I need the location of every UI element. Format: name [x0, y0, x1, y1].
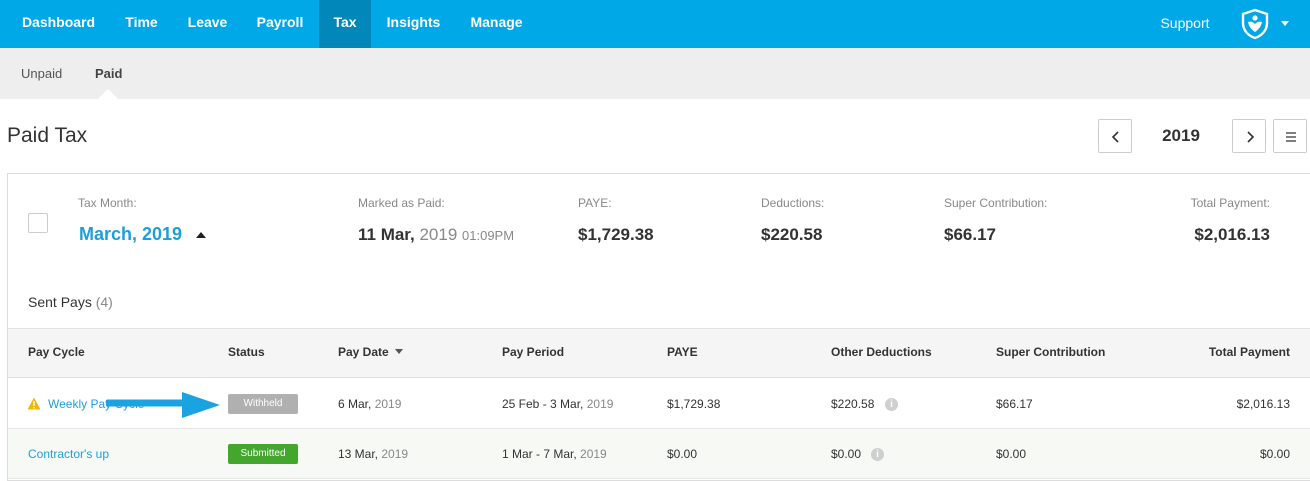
info-icon[interactable]: i	[885, 398, 898, 411]
sent-pays-heading: Sent Pays (4)	[28, 294, 113, 310]
nav-dashboard[interactable]: Dashboard	[0, 0, 117, 48]
sent-pays-label: Sent Pays	[28, 294, 92, 310]
chevron-left-icon	[1111, 131, 1119, 143]
nav-manage[interactable]: Manage	[459, 0, 534, 48]
paye-label: PAYE:	[578, 196, 612, 210]
pay-period: 1 Mar - 7 Mar,	[502, 447, 577, 461]
info-icon[interactable]: i	[871, 448, 884, 461]
select-checkbox[interactable]	[28, 213, 48, 233]
subnav-unpaid[interactable]: Unpaid	[21, 48, 62, 99]
marked-paid-year: 2019	[419, 225, 458, 244]
account-dropdown-caret[interactable]	[1281, 21, 1289, 26]
total-payment-value: $2,016.13	[1194, 225, 1270, 244]
collapse-caret-icon[interactable]	[196, 232, 206, 238]
marked-paid-time: 01:09PM	[462, 228, 515, 243]
other-deductions-cell: $0.00	[831, 447, 862, 461]
col-pay-date[interactable]: Pay Date	[338, 345, 403, 359]
page-title: Paid Tax	[7, 124, 88, 147]
shield-heart-logo[interactable]	[1239, 8, 1271, 40]
pay-date-cell: 13 Mar, 2019	[338, 447, 408, 461]
deductions-value: $220.58	[761, 225, 823, 244]
pay-date-cell: 6 Mar, 2019	[338, 397, 401, 411]
super-cell: $0.00	[996, 447, 1027, 461]
chevron-right-icon	[1247, 131, 1255, 143]
table-row	[8, 429, 1310, 479]
col-pay-period: Pay Period	[502, 345, 565, 359]
status-badge: Withheld	[228, 394, 298, 414]
table-header	[8, 328, 1310, 378]
pay-period-year: 2019	[580, 447, 607, 461]
hamburger-icon	[1286, 132, 1296, 142]
total-cell: $2,016.13	[1236, 397, 1290, 411]
paye-cell: $0.00	[667, 447, 698, 461]
col-other-deductions: Other Deductions	[831, 345, 932, 359]
pay-period-cell: 1 Mar - 7 Mar, 2019	[502, 447, 607, 461]
marked-paid-label: Marked as Paid:	[358, 196, 445, 210]
menu-button[interactable]	[1273, 119, 1307, 153]
col-status: Status	[228, 345, 265, 359]
next-year-button[interactable]	[1232, 119, 1266, 153]
support-link[interactable]: Support	[1148, 0, 1222, 48]
sub-nav: Unpaid Paid	[0, 48, 1310, 99]
status-badge: Submitted	[228, 444, 298, 464]
annotation-arrow	[106, 392, 220, 418]
pay-period: 25 Feb - 3 Mar,	[502, 397, 584, 411]
sent-pays-count: (4)	[95, 294, 113, 310]
tax-month-label: Tax Month:	[78, 196, 137, 210]
top-nav: Dashboard Time Leave Payroll Tax Insight…	[0, 0, 1310, 48]
marked-paid-date: 11 Mar,	[358, 225, 415, 244]
col-pay-date-label: Pay Date	[338, 345, 389, 359]
nav-time[interactable]: Time	[117, 0, 166, 48]
pay-date: 6 Mar,	[338, 397, 372, 411]
marked-paid-value: 11 Mar, 2019 01:09PM	[358, 225, 514, 245]
year-display: 2019	[1162, 126, 1200, 145]
col-super-contribution: Super Contribution	[996, 345, 1106, 359]
col-pay-cycle: Pay Cycle	[28, 345, 85, 359]
nav-tax[interactable]: Tax	[319, 0, 371, 48]
sort-desc-icon	[394, 349, 403, 354]
pay-cycle-link[interactable]: Contractor's up	[28, 447, 109, 461]
warning-icon	[27, 397, 41, 410]
tax-month-link[interactable]: March, 2019	[79, 224, 182, 245]
pay-date: 13 Mar,	[338, 447, 379, 461]
nav-leave[interactable]: Leave	[176, 0, 239, 48]
other-deductions-cell: $220.58	[831, 397, 875, 411]
super-label: Super Contribution:	[944, 196, 1048, 210]
nav-insights[interactable]: Insights	[376, 0, 451, 48]
pay-period-year: 2019	[586, 397, 614, 411]
deductions-label: Deductions:	[761, 196, 825, 210]
super-cell: $66.17	[996, 397, 1033, 411]
prev-year-button[interactable]	[1098, 119, 1132, 153]
col-total-payment: Total Payment	[1208, 345, 1290, 359]
pay-date-year: 2019	[374, 397, 402, 411]
paye-value: $1,729.38	[578, 225, 654, 244]
super-value: $66.17	[944, 225, 996, 244]
pay-date-year: 2019	[381, 447, 409, 461]
nav-payroll[interactable]: Payroll	[245, 0, 315, 48]
total-cell: $0.00	[1259, 447, 1290, 461]
total-payment-label: Total Payment:	[1190, 196, 1270, 210]
pay-period-cell: 25 Feb - 3 Mar, 2019	[502, 397, 613, 411]
col-paye: PAYE	[667, 345, 698, 359]
paye-cell: $1,729.38	[667, 397, 721, 411]
active-tab-pointer	[98, 89, 118, 99]
